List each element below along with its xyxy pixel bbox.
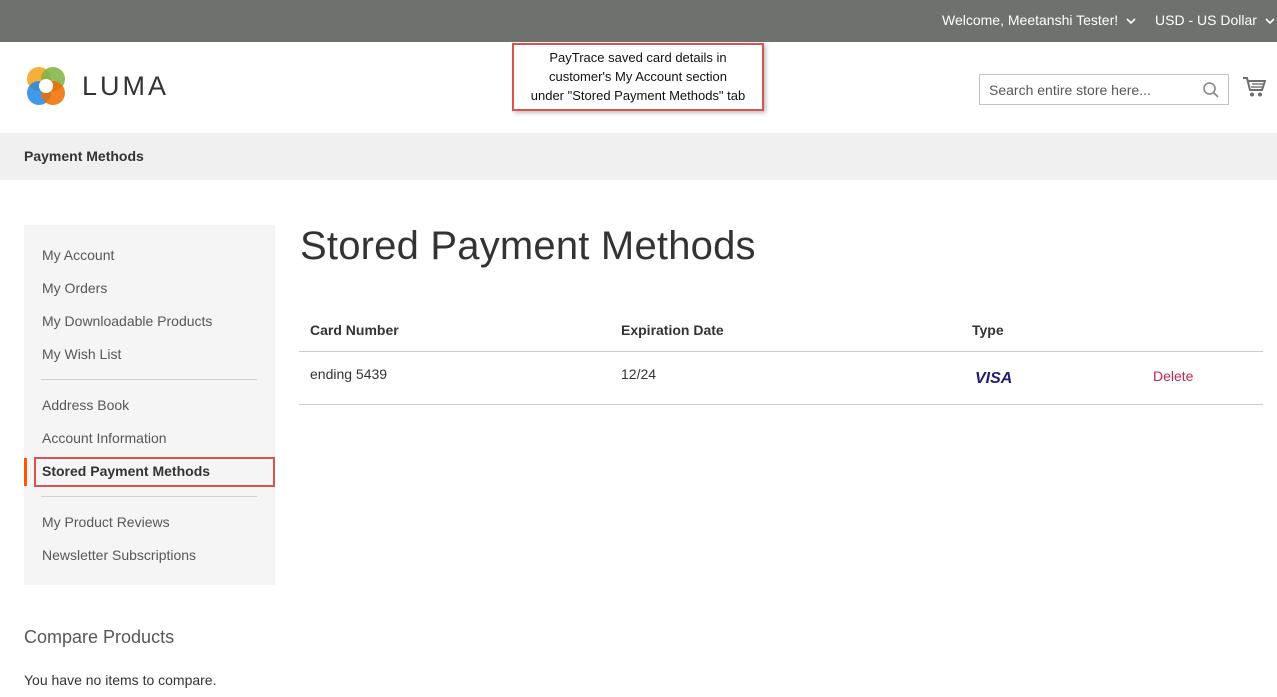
customer-welcome-menu[interactable]: Welcome, Meetanshi Tester!	[942, 12, 1136, 28]
top-bar: Welcome, Meetanshi Tester! USD - US Doll…	[0, 0, 1277, 42]
chevron-down-icon	[1126, 18, 1136, 24]
sidebar-item-downloadable-products[interactable]: My Downloadable Products	[42, 313, 212, 329]
table-row-divider	[299, 404, 1263, 405]
cart-icon[interactable]	[1242, 76, 1266, 98]
page-title: Payment Methods	[24, 148, 144, 164]
search-box	[979, 74, 1229, 105]
chevron-down-icon	[1265, 18, 1275, 24]
visa-logo-text: VISA	[975, 370, 1012, 385]
active-indicator	[24, 458, 27, 486]
welcome-text: Welcome, Meetanshi Tester!	[942, 12, 1119, 28]
sidebar-item-address-book[interactable]: Address Book	[42, 397, 129, 413]
annotation-line: under "Stored Payment Methods" tab	[530, 88, 746, 103]
sidebar-item-newsletter-subscriptions[interactable]: Newsletter Subscriptions	[42, 547, 196, 563]
sidebar-divider	[41, 496, 257, 497]
delete-card-link[interactable]: Delete	[1153, 368, 1193, 384]
visa-logo-icon: VISA	[975, 370, 1012, 385]
compare-empty-text: You have no items to compare.	[24, 672, 217, 688]
sidebar-item-my-orders[interactable]: My Orders	[42, 280, 107, 296]
table-header-divider	[299, 351, 1263, 352]
annotation-callout: PayTrace saved card details in customer'…	[512, 43, 764, 111]
currency-label: USD - US Dollar	[1155, 12, 1257, 28]
search-icon[interactable]	[1202, 81, 1220, 99]
sidebar-item-product-reviews[interactable]: My Product Reviews	[42, 514, 170, 530]
annotation-line: PayTrace saved card details in	[549, 50, 727, 65]
store-logo[interactable]: LUMA	[24, 64, 169, 108]
sidebar-item-my-account[interactable]: My Account	[42, 247, 114, 263]
column-header-card-number: Card Number	[310, 322, 399, 338]
card-number-cell: ending 5439	[310, 366, 388, 382]
sidebar-item-wish-list[interactable]: My Wish List	[42, 346, 121, 362]
column-header-type: Type	[972, 322, 1004, 338]
compare-products-title: Compare Products	[24, 627, 175, 647]
sidebar-item-account-information[interactable]: Account Information	[42, 430, 167, 446]
column-header-expiration-date: Expiration Date	[621, 322, 724, 338]
expiration-date-cell: 12/24	[621, 366, 657, 382]
currency-switcher[interactable]: USD - US Dollar	[1155, 12, 1275, 28]
luma-logo-icon	[27, 67, 65, 105]
main-heading: Stored Payment Methods	[300, 224, 756, 268]
account-sidebar: My Account My Orders My Downloadable Pro…	[24, 225, 275, 585]
annotation-line: customer's My Account section	[548, 69, 728, 84]
page-title-bar: Payment Methods	[0, 133, 1277, 180]
logo-text: LUMA	[82, 70, 170, 101]
sidebar-item-stored-payment-methods[interactable]: Stored Payment Methods	[42, 463, 210, 479]
sidebar-divider	[41, 379, 257, 380]
search-input[interactable]	[980, 75, 1200, 104]
